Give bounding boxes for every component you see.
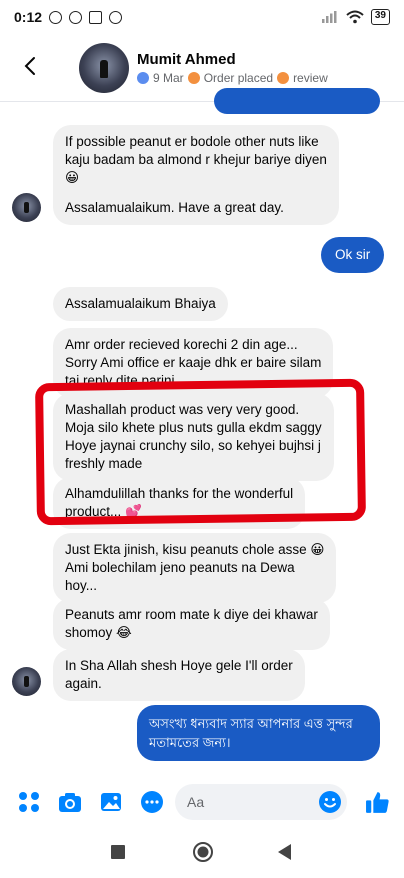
contact-avatar[interactable] [79, 43, 129, 93]
previous-outgoing-bubble[interactable] [214, 88, 380, 114]
message-line: Alhamdulillah thanks for the wonderful [65, 486, 294, 501]
status-bar: 0:12 39 [0, 0, 404, 34]
message-bubble[interactable]: Assalamualaikum Bhaiya [53, 287, 228, 321]
review-label-dot [277, 72, 290, 84]
back-nav-icon[interactable] [278, 844, 292, 860]
wifi-icon [346, 10, 364, 24]
order-label-dot [187, 72, 200, 84]
sender-avatar[interactable] [12, 193, 41, 222]
message-line: Ok sir [335, 247, 371, 262]
message-line: মতামতের জন্য। [149, 735, 231, 750]
four-dots-icon[interactable] [17, 790, 41, 814]
message-bubble[interactable]: Ok sir [321, 237, 385, 273]
message-line: In Sha Allah shesh Hoye gele I'll order [65, 658, 293, 673]
message-line: Assalamualaikum Bhaiya [65, 296, 216, 311]
contact-meta: 9 Mar Order placed review [137, 71, 328, 85]
message-bubble[interactable]: In Sha Allah shesh Hoye gele I'll order … [53, 649, 305, 701]
meta-label: review [293, 71, 328, 85]
message-bubble[interactable]: Peanuts amr room mate k diye dei khawar … [53, 598, 330, 650]
alarm-icon [49, 10, 63, 24]
sender-avatar[interactable] [12, 667, 41, 696]
gmail-icon [89, 10, 103, 24]
message-line: freshly made [65, 456, 143, 471]
meta-status: Order placed [203, 71, 274, 85]
message-line: Assalamualaikum. Have a great day. [65, 200, 284, 215]
camera-icon[interactable] [58, 790, 82, 814]
image-icon[interactable] [99, 790, 123, 814]
message-line: Just Ekta jinish, kisu peanuts chole ass… [65, 542, 325, 557]
message-line: Mashallah product was very very good. [65, 402, 300, 417]
meta-date: 9 Mar [153, 71, 184, 85]
battery-indicator: 39 [370, 9, 390, 25]
message-bubble[interactable]: অসংখ্য ধন্যবাদ স্যার আপনার এত্ত সুন্দর ম… [137, 705, 380, 761]
home-icon[interactable] [192, 841, 214, 863]
message-line: tai reply dite parini [65, 373, 175, 388]
message-line: Peanuts amr room mate k diye dei khawar [65, 607, 318, 622]
message-bubble[interactable]: Amr order recieved korechi 2 din age... … [53, 328, 334, 398]
message-bubble[interactable]: Just Ekta jinish, kisu peanuts chole ass… [53, 533, 337, 603]
thumbs-up-icon[interactable] [365, 790, 390, 815]
contact-name[interactable]: Mumit Ahmed [137, 51, 236, 68]
message-line: 😀 [65, 170, 80, 185]
settings-icon [109, 10, 123, 24]
system-nav-bar [0, 828, 404, 878]
message-line: Sorry Ami office er kaaje dhk er baire s… [65, 355, 322, 370]
messenger-icon[interactable] [140, 790, 164, 814]
message-bubble[interactable]: Alhamdulillah thanks for the wonderful p… [53, 477, 306, 529]
status-time: 0:12 [14, 9, 43, 25]
message-line [65, 187, 327, 199]
message-line: If possible peanut er bodole other nuts … [65, 134, 319, 149]
message-line: again. [65, 676, 102, 691]
message-line: product... 💕 [65, 504, 142, 519]
message-line: Amr order recieved korechi 2 din age... [65, 337, 298, 352]
message-line: hoy... [65, 578, 98, 593]
message-line: Moja silo khete plus nuts gulla ekdm sag… [65, 420, 322, 435]
message-bubble[interactable]: Mashallah product was very very good. Mo… [53, 393, 334, 481]
message-line: Ami bolechilam jeno peanuts na Dewa [65, 560, 295, 575]
recents-icon[interactable] [111, 845, 125, 859]
back-arrow-icon[interactable] [20, 54, 42, 78]
date-label-dot [137, 72, 149, 84]
message-line: Hoye jaynai crunchy silo, so kehyei bujh… [65, 438, 321, 453]
sync-icon [69, 10, 83, 24]
message-line: অসংখ্য ধন্যবাদ স্যার আপনার এত্ত সুন্দর [149, 716, 353, 731]
message-line: shomoy 😂 [65, 625, 132, 640]
emoji-icon[interactable] [318, 790, 342, 814]
message-line: kaju badam ba almond r khejur bariye diy… [65, 152, 327, 167]
signal-icon [321, 11, 337, 23]
message-composer [0, 778, 404, 826]
message-bubble[interactable]: If possible peanut er bodole other nuts … [53, 125, 339, 225]
